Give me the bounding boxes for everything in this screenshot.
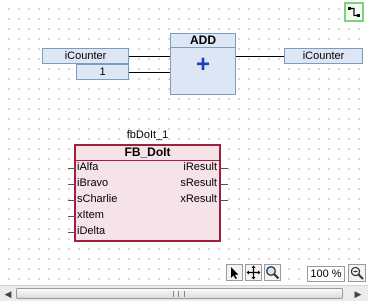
scrollbar-thumb[interactable] xyxy=(16,288,343,299)
output-pin-sresult[interactable]: sResult xyxy=(180,177,217,189)
connect-pin-icon[interactable] xyxy=(344,2,364,22)
fb-type-title: FB_DoIt xyxy=(76,146,219,161)
add-block[interactable]: ADD + xyxy=(170,33,236,95)
wire-in2 xyxy=(128,72,170,73)
input-const-1[interactable]: 1 xyxy=(76,64,129,80)
input-pin-ialfa[interactable]: iAlfa xyxy=(77,161,98,173)
add-block-title: ADD xyxy=(171,34,235,48)
move-cross-icon[interactable] xyxy=(245,264,262,281)
fb-doit-block[interactable]: FB_DoIt iAlfa iBravo sCharlie xItem iDel… xyxy=(68,144,228,242)
input-pin-scharlie[interactable]: sCharlie xyxy=(77,193,117,205)
input-pin-ibravo[interactable]: iBravo xyxy=(77,177,108,189)
plus-icon: + xyxy=(195,51,210,78)
pin-stub xyxy=(220,168,228,169)
input-var-icounter[interactable]: iCounter xyxy=(42,48,129,64)
scroll-right-icon[interactable]: ▶ xyxy=(352,288,364,300)
input-pin-xitem[interactable]: xItem xyxy=(77,209,104,221)
pin-stub xyxy=(68,168,76,169)
pin-stub xyxy=(68,200,76,201)
zoom-settings-icon[interactable] xyxy=(348,264,366,282)
magnifier-icon[interactable] xyxy=(264,264,281,281)
fb-instance-name[interactable]: fbDoIt_1 xyxy=(74,129,221,141)
output-pin-iresult[interactable]: iResult xyxy=(183,161,217,173)
pin-stub xyxy=(220,200,228,201)
zoom-level-display[interactable]: 100 % xyxy=(307,266,345,282)
pin-stub xyxy=(68,216,76,217)
output-pin-xresult[interactable]: xResult xyxy=(180,193,217,205)
horizontal-scrollbar[interactable]: ◀ ▶ xyxy=(0,285,368,301)
grip-icon xyxy=(173,291,185,297)
scroll-left-icon[interactable]: ◀ xyxy=(2,288,14,300)
pin-stub xyxy=(68,232,76,233)
pin-stub xyxy=(220,184,228,185)
input-pin-idelta[interactable]: iDelta xyxy=(77,225,105,237)
wire-out xyxy=(236,56,284,57)
pin-stub xyxy=(68,184,76,185)
arrow-cursor-icon[interactable] xyxy=(226,264,243,281)
wire-in1 xyxy=(128,56,170,57)
output-var-icounter[interactable]: iCounter xyxy=(284,48,363,64)
